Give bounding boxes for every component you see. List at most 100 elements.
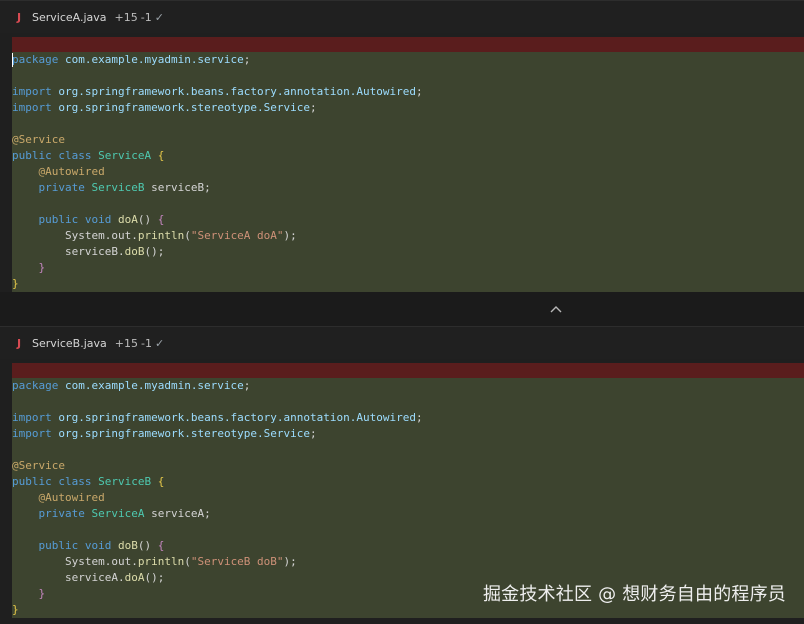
code-token: serviceB.: [64, 245, 125, 258]
code-line[interactable]: @Service: [12, 458, 804, 474]
file-header-service-a[interactable]: J ServiceA.java +15 -1 ✓: [0, 1, 804, 33]
code-token: ServiceB: [91, 181, 145, 194]
diff-stats: +15 -1 ✓: [115, 11, 164, 24]
code-token: package: [12, 379, 59, 392]
code-token: ServiceA: [91, 507, 145, 520]
java-file-icon: J: [16, 336, 22, 350]
code-token: org.springframework.stereotype.Service: [58, 101, 311, 114]
code-token: doA: [117, 213, 138, 226]
code-token: ;: [416, 411, 423, 424]
code-token: println: [137, 555, 185, 568]
code-line[interactable]: [12, 68, 804, 84]
code-token: ServiceA: [98, 149, 152, 162]
code-token: {: [157, 475, 165, 488]
code-token: @Autowired: [38, 165, 105, 178]
code-line[interactable]: [12, 196, 804, 212]
removed-count: -1: [140, 10, 152, 24]
code-token: com.example.myadmin.service: [64, 53, 244, 66]
added-count: +15: [114, 336, 138, 350]
code-token: @Autowired: [38, 491, 105, 504]
code-line[interactable]: package com.example.myadmin.service;: [12, 378, 804, 394]
code-token: import: [12, 85, 52, 98]
code-token: System.out.: [64, 555, 138, 568]
code-line[interactable]: @Autowired: [12, 490, 804, 506]
code-line[interactable]: System.out.println("ServiceA doA");: [12, 228, 804, 244]
code-token: (: [184, 555, 191, 568]
code-line[interactable]: public void doA() {: [12, 212, 804, 228]
deleted-line-bar: [12, 37, 804, 52]
code-token: "ServiceA doA": [190, 229, 284, 242]
code-token: (): [137, 213, 158, 226]
code-line[interactable]: private ServiceA serviceA;: [12, 506, 804, 522]
code-line[interactable]: @Service: [12, 132, 804, 148]
code-token: println: [137, 229, 185, 242]
file-name[interactable]: ServiceB.java: [32, 337, 107, 350]
code-line[interactable]: public class ServiceB {: [12, 474, 804, 490]
file-header-service-b[interactable]: J ServiceB.java +15 -1 ✓: [0, 327, 804, 359]
code-line[interactable]: [12, 522, 804, 538]
code-token: private: [38, 507, 92, 520]
code-token: private: [38, 181, 92, 194]
code-token: (): [137, 539, 158, 552]
code-line[interactable]: public void doB() {: [12, 538, 804, 554]
check-icon: ✓: [154, 10, 164, 24]
code-token: ();: [144, 571, 165, 584]
code-token: ;: [310, 101, 317, 114]
code-token: @Service: [12, 459, 65, 472]
code-token: serviceB;: [144, 181, 211, 194]
code-token: ;: [243, 379, 251, 392]
code-line[interactable]: [12, 116, 804, 132]
code-line[interactable]: }: [12, 276, 804, 292]
code-line[interactable]: [12, 394, 804, 410]
diff-panel-service-a: J ServiceA.java +15 -1 ✓ package com.exa…: [0, 0, 804, 293]
code-token: ;: [416, 85, 423, 98]
code-line[interactable]: import org.springframework.stereotype.Se…: [12, 100, 804, 116]
code-line[interactable]: public class ServiceA {: [12, 148, 804, 164]
code-token: );: [283, 555, 297, 568]
added-count: +15: [114, 10, 138, 24]
code-token: ;: [310, 427, 317, 440]
code-block-service-a[interactable]: package com.example.myadmin.service; impo…: [12, 52, 804, 293]
chevron-up-icon[interactable]: [548, 302, 564, 316]
code-token: ;: [243, 53, 251, 66]
code-line[interactable]: serviceB.doB();: [12, 244, 804, 260]
code-token: }: [12, 603, 19, 616]
code-token: com.example.myadmin.service: [64, 379, 244, 392]
diff-stats: +15 -1 ✓: [115, 337, 164, 350]
code-line[interactable]: System.out.println("ServiceB doB");: [12, 554, 804, 570]
code-line[interactable]: }: [12, 260, 804, 276]
code-token: System.out.: [64, 229, 138, 242]
code-line[interactable]: private ServiceB serviceB;: [12, 180, 804, 196]
code-line[interactable]: import org.springframework.beans.factory…: [12, 410, 804, 426]
code-token: import: [12, 427, 52, 440]
code-token: org.springframework.beans.factory.annota…: [58, 411, 416, 424]
watermark-text: 掘金技术社区 @ 想财务自由的程序员: [482, 584, 786, 605]
code-line[interactable]: [12, 442, 804, 458]
code-line[interactable]: package com.example.myadmin.service;: [12, 52, 804, 68]
removed-count: -1: [140, 336, 152, 350]
code-token: doB: [117, 539, 138, 552]
code-token: );: [283, 229, 297, 242]
file-name[interactable]: ServiceA.java: [32, 11, 107, 24]
code-token: }: [38, 587, 46, 600]
code-token: (: [184, 229, 191, 242]
code-line[interactable]: import org.springframework.beans.factory…: [12, 84, 804, 100]
code-line[interactable]: @Autowired: [12, 164, 804, 180]
code-token: {: [157, 539, 165, 552]
code-token: serviceA;: [144, 507, 211, 520]
code-token: import: [12, 411, 52, 424]
code-line[interactable]: import org.springframework.stereotype.Se…: [12, 426, 804, 442]
